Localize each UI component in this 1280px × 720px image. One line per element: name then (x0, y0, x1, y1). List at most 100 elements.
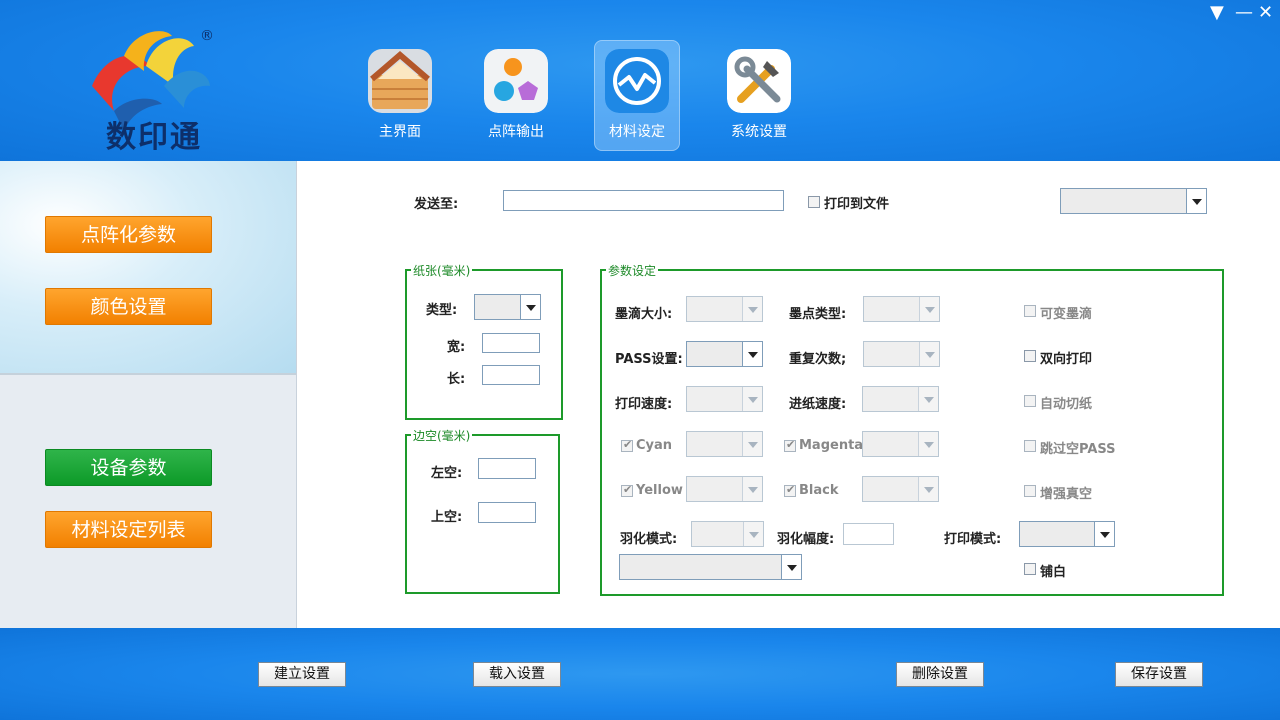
feather-mode-label: 羽化模式: (620, 532, 678, 547)
minimize-icon[interactable]: — (1235, 4, 1253, 22)
yellow-checkbox[interactable] (621, 483, 633, 497)
sidebar-top-panel (0, 161, 296, 373)
drop-size-combo[interactable] (686, 296, 763, 322)
nav-dot-output[interactable]: 点阵输出 (473, 40, 559, 151)
print-speed-label: 打印速度: (615, 397, 673, 412)
dot-type-label: 墨点类型: (789, 307, 847, 322)
registered-mark: ® (200, 28, 214, 44)
margin-top-label: 上空: (431, 510, 463, 525)
chevron-down-icon[interactable] (742, 477, 762, 501)
tools-icon (727, 49, 791, 113)
nav-main-label: 主界面 (379, 124, 421, 140)
vacuum-checkbox[interactable] (1024, 485, 1036, 497)
nav-material-settings-label: 材料设定 (609, 124, 665, 140)
params-group-title: 参数设定 (606, 262, 659, 279)
sidebar-item-device-params[interactable]: 设备参数 (45, 449, 212, 486)
header-bar: ▼ — ✕ 数印通 ® 主界面 点阵输出 材料设定 系统设置 (0, 0, 1280, 161)
black-label: Black (799, 483, 839, 498)
create-settings-button[interactable]: 建立设置 (258, 662, 346, 687)
chevron-down-icon[interactable] (781, 555, 801, 579)
dot-type-combo[interactable] (863, 296, 940, 322)
chevron-down-icon[interactable] (919, 342, 939, 366)
margin-group-title: 边空(毫米) (411, 427, 473, 444)
chevron-down-icon[interactable] (742, 297, 762, 321)
sidebar-divider (0, 373, 296, 375)
yellow-label: Yellow (636, 483, 683, 498)
feed-speed-label: 进纸速度: (789, 397, 847, 412)
skip-pass-checkbox[interactable] (1024, 440, 1036, 452)
pass-label: PASS设置: (615, 352, 683, 367)
vacuum-label: 增强真空 (1040, 487, 1093, 502)
nav-system-settings[interactable]: 系统设置 (716, 40, 802, 151)
chevron-down-icon[interactable] (742, 387, 762, 411)
send-to-input[interactable] (503, 190, 784, 211)
nav-system-settings-label: 系统设置 (731, 124, 787, 140)
auto-cut-checkbox[interactable] (1024, 395, 1036, 407)
chevron-down-icon[interactable] (918, 477, 938, 501)
send-to-label: 发送至: (414, 197, 459, 212)
pass-combo[interactable] (686, 341, 763, 367)
feather-mode-combo[interactable] (691, 521, 764, 547)
repeat-label: 重复次数; (789, 352, 847, 367)
close-icon[interactable]: ✕ (1258, 4, 1273, 22)
margin-top-input[interactable] (478, 502, 536, 523)
sidebar-item-material-list[interactable]: 材料设定列表 (45, 511, 212, 548)
skip-pass-label: 跳过空PASS (1040, 442, 1116, 457)
chevron-down-icon[interactable] (919, 297, 939, 321)
sidebar-item-dot-params[interactable]: 点阵化参数 (45, 216, 212, 253)
chevron-down-icon[interactable] (1094, 522, 1114, 546)
chevron-down-icon[interactable] (520, 295, 540, 319)
variable-drop-label: 可变墨滴 (1040, 307, 1093, 322)
black-checkbox[interactable] (784, 483, 796, 497)
delete-settings-button[interactable]: 删除设置 (896, 662, 984, 687)
nav-main[interactable]: 主界面 (357, 40, 443, 151)
feed-speed-combo[interactable] (862, 386, 939, 412)
paper-type-combo[interactable] (474, 294, 541, 320)
black-combo[interactable] (862, 476, 939, 502)
variable-drop-checkbox[interactable] (1024, 305, 1036, 317)
menu-dropdown-icon[interactable]: ▼ (1210, 4, 1224, 22)
chevron-down-icon[interactable] (742, 342, 762, 366)
drop-size-label: 墨滴大小: (615, 307, 673, 322)
feather-amp-label: 羽化幅度: (777, 532, 835, 547)
white-checkbox[interactable] (1024, 563, 1036, 575)
save-settings-button[interactable]: 保存设置 (1115, 662, 1203, 687)
magenta-label: Magenta (799, 438, 864, 453)
paper-length-label: 长: (447, 372, 466, 387)
chevron-down-icon[interactable] (743, 522, 763, 546)
wave-icon (605, 49, 669, 113)
paper-length-input[interactable] (482, 365, 540, 385)
yellow-combo[interactable] (686, 476, 763, 502)
chevron-down-icon[interactable] (918, 432, 938, 456)
paper-group: 纸张(毫米) 类型: 宽: 长: (405, 262, 563, 420)
cyan-label: Cyan (636, 438, 673, 453)
sidebar: 点阵化参数 颜色设置 设备参数 材料设定列表 (0, 161, 297, 628)
print-to-file-checkbox[interactable] (808, 196, 820, 208)
magenta-checkbox[interactable] (784, 438, 796, 452)
margin-left-label: 左空: (431, 466, 463, 481)
print-speed-combo[interactable] (686, 386, 763, 412)
magenta-combo[interactable] (862, 431, 939, 457)
margin-left-input[interactable] (478, 458, 536, 479)
bidirectional-checkbox[interactable] (1024, 350, 1036, 362)
params-group: 参数设定 墨滴大小: 墨点类型: 可变墨滴 PASS设置: 重复次数; 双向打印… (600, 262, 1224, 596)
load-settings-button[interactable]: 载入设置 (473, 662, 561, 687)
feather-amp-input[interactable] (843, 523, 894, 545)
nav-material-settings[interactable]: 材料设定 (594, 40, 680, 151)
chevron-down-icon[interactable] (742, 432, 762, 456)
print-mode-combo[interactable] (1019, 521, 1115, 547)
printer-combo[interactable] (1060, 188, 1207, 214)
footer-bar: 建立设置 载入设置 删除设置 保存设置 (0, 628, 1280, 720)
bidirectional-label: 双向打印 (1040, 352, 1093, 367)
print-to-file-label: 打印到文件 (824, 197, 890, 212)
cyan-combo[interactable] (686, 431, 763, 457)
extra-mode-combo[interactable] (619, 554, 802, 580)
house-icon (368, 49, 432, 113)
repeat-combo[interactable] (863, 341, 940, 367)
chevron-down-icon[interactable] (1186, 189, 1206, 213)
cyan-checkbox[interactable] (621, 438, 633, 452)
chevron-down-icon[interactable] (918, 387, 938, 411)
print-mode-label: 打印模式: (944, 532, 1002, 547)
paper-width-input[interactable] (482, 333, 540, 353)
sidebar-item-color-settings[interactable]: 颜色设置 (45, 288, 212, 325)
